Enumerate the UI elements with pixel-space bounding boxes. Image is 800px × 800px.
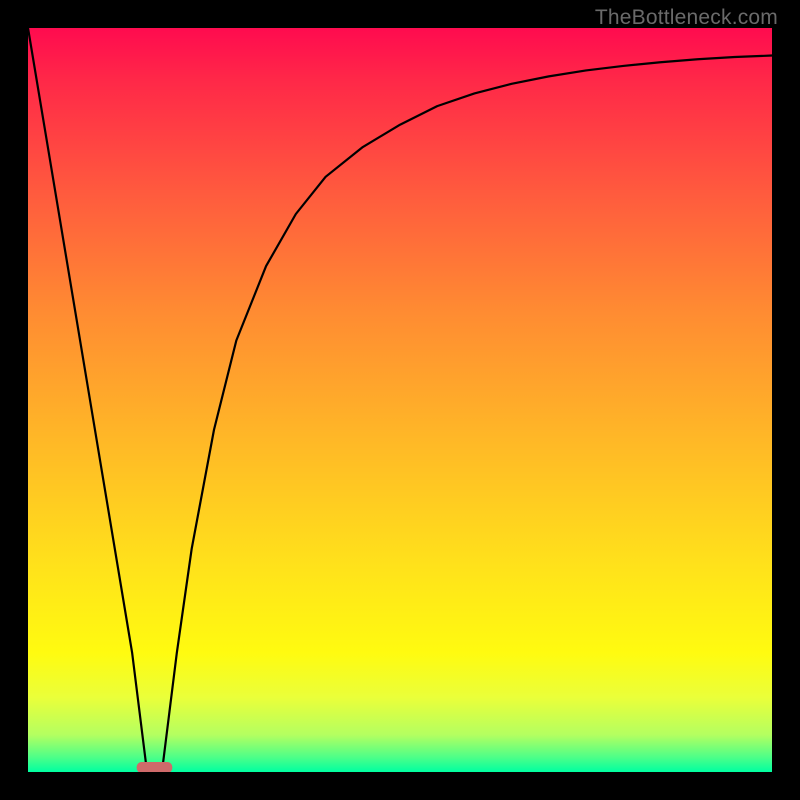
watermark-text: TheBottleneck.com xyxy=(595,6,778,30)
plot-area xyxy=(28,28,772,772)
bottleneck-curve xyxy=(28,28,772,772)
chart-frame: TheBottleneck.com xyxy=(0,0,800,800)
optimal-marker xyxy=(137,762,173,772)
chart-svg xyxy=(28,28,772,772)
